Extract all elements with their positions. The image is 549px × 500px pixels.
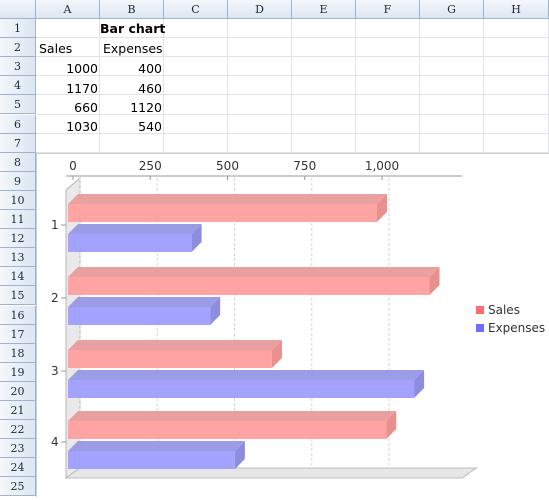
cell-expenses[interactable]: 400 bbox=[100, 59, 162, 79]
legend-label-sales: Sales bbox=[488, 303, 520, 317]
bar-top-sales bbox=[68, 194, 387, 204]
bar-top-expenses bbox=[68, 224, 202, 234]
legend-swatch-expenses bbox=[476, 324, 484, 332]
cell-sales[interactable]: 1000 bbox=[36, 59, 98, 79]
row-header-13[interactable]: 13 bbox=[0, 248, 36, 268]
select-all-corner[interactable] bbox=[0, 0, 36, 19]
cell-sales[interactable]: 1030 bbox=[36, 117, 98, 137]
column-header-d[interactable]: D bbox=[228, 0, 292, 19]
cell-sales[interactable]: 660 bbox=[36, 98, 98, 118]
legend-label-expenses: Expenses bbox=[488, 321, 545, 335]
bar-top-expenses bbox=[68, 370, 425, 380]
cell-header-expenses[interactable]: Expenses bbox=[103, 39, 163, 59]
column-gridline bbox=[291, 19, 292, 153]
bar-sales bbox=[68, 204, 377, 222]
column-header-b[interactable]: B bbox=[100, 0, 164, 19]
column-header-f[interactable]: F bbox=[356, 0, 420, 19]
row-header-22[interactable]: 22 bbox=[0, 420, 36, 440]
chart-floor bbox=[64, 467, 478, 479]
column-gridline bbox=[163, 19, 164, 153]
row-header-5[interactable]: 5 bbox=[0, 95, 36, 115]
category-label: 2 bbox=[51, 291, 59, 305]
row-header-7[interactable]: 7 bbox=[0, 133, 36, 153]
bar-sales bbox=[68, 350, 272, 368]
bar-top-expenses bbox=[68, 297, 221, 307]
row-header-12[interactable]: 12 bbox=[0, 229, 36, 249]
x-tick-label: 500 bbox=[216, 159, 239, 173]
column-header-e[interactable]: E bbox=[292, 0, 356, 19]
bar-expenses bbox=[68, 451, 235, 469]
row-header-2[interactable]: 2 bbox=[0, 38, 36, 58]
legend-swatch-sales bbox=[476, 306, 484, 314]
category-label: 1 bbox=[51, 218, 59, 232]
column-gridline bbox=[227, 19, 228, 153]
row-header-14[interactable]: 14 bbox=[0, 267, 36, 287]
row-header-16[interactable]: 16 bbox=[0, 305, 36, 325]
column-gridline bbox=[483, 19, 484, 153]
bar-chart: 0 250 500 750 1,000 1 2 3 4 Sales Expenses bbox=[51, 159, 545, 479]
bar-expenses bbox=[68, 380, 415, 398]
column-header-c[interactable]: C bbox=[164, 0, 228, 19]
bar-sales bbox=[68, 421, 387, 439]
row-header-24[interactable]: 24 bbox=[0, 458, 36, 478]
x-tick-label: 0 bbox=[69, 159, 77, 173]
row-header-10[interactable]: 10 bbox=[0, 190, 36, 210]
x-tick-label: 1,000 bbox=[365, 159, 399, 173]
cell-header-sales[interactable]: Sales bbox=[39, 39, 72, 59]
cell-title[interactable]: Bar chart bbox=[100, 19, 165, 39]
row-header-9[interactable]: 9 bbox=[0, 171, 36, 191]
row-header-20[interactable]: 20 bbox=[0, 381, 36, 401]
column-header-a[interactable]: A bbox=[36, 0, 100, 19]
row-header-3[interactable]: 3 bbox=[0, 57, 36, 77]
x-tick-label: 250 bbox=[139, 159, 162, 173]
cell-sales[interactable]: 1170 bbox=[36, 79, 98, 99]
column-gridline bbox=[355, 19, 356, 153]
bar-top-sales bbox=[68, 411, 397, 421]
row-header-4[interactable]: 4 bbox=[0, 76, 36, 96]
row-header-23[interactable]: 23 bbox=[0, 439, 36, 459]
bar-top-expenses bbox=[68, 441, 245, 451]
category-label: 4 bbox=[51, 435, 59, 449]
column-header-h[interactable]: H bbox=[484, 0, 549, 19]
cell-expenses[interactable]: 540 bbox=[100, 117, 162, 137]
bar-top-sales bbox=[68, 267, 440, 277]
spreadsheet: ABCDEFGH 1 2 3 4 5 6 7 8 9 10 11 12 13 14 15 16 17 18 19 20… bbox=[0, 0, 549, 497]
row-header-11[interactable]: 11 bbox=[0, 210, 36, 230]
bar-expenses bbox=[68, 307, 211, 325]
row-header-6[interactable]: 6 bbox=[0, 114, 36, 134]
cell-expenses[interactable]: 460 bbox=[100, 79, 162, 99]
row-header-17[interactable]: 17 bbox=[0, 324, 36, 344]
cell-expenses[interactable]: 1120 bbox=[100, 98, 162, 118]
row-header-8[interactable]: 8 bbox=[0, 152, 36, 172]
category-label: 3 bbox=[51, 364, 59, 378]
bar-expenses bbox=[68, 234, 192, 252]
bar-sales bbox=[68, 277, 430, 295]
chart-container[interactable]: 0 250 500 750 1,000 1 2 3 4 Sales Expenses bbox=[36, 153, 549, 497]
column-header-g[interactable]: G bbox=[420, 0, 484, 19]
row-header-1[interactable]: 1 bbox=[0, 19, 36, 39]
row-header-18[interactable]: 18 bbox=[0, 343, 36, 363]
column-gridline bbox=[419, 19, 420, 153]
x-tick-label: 750 bbox=[293, 159, 316, 173]
bar-top-sales bbox=[68, 340, 282, 350]
row-header-21[interactable]: 21 bbox=[0, 401, 36, 421]
row-header-19[interactable]: 19 bbox=[0, 362, 36, 382]
row-header-25[interactable]: 25 bbox=[0, 477, 36, 497]
row-header-15[interactable]: 15 bbox=[0, 286, 36, 306]
